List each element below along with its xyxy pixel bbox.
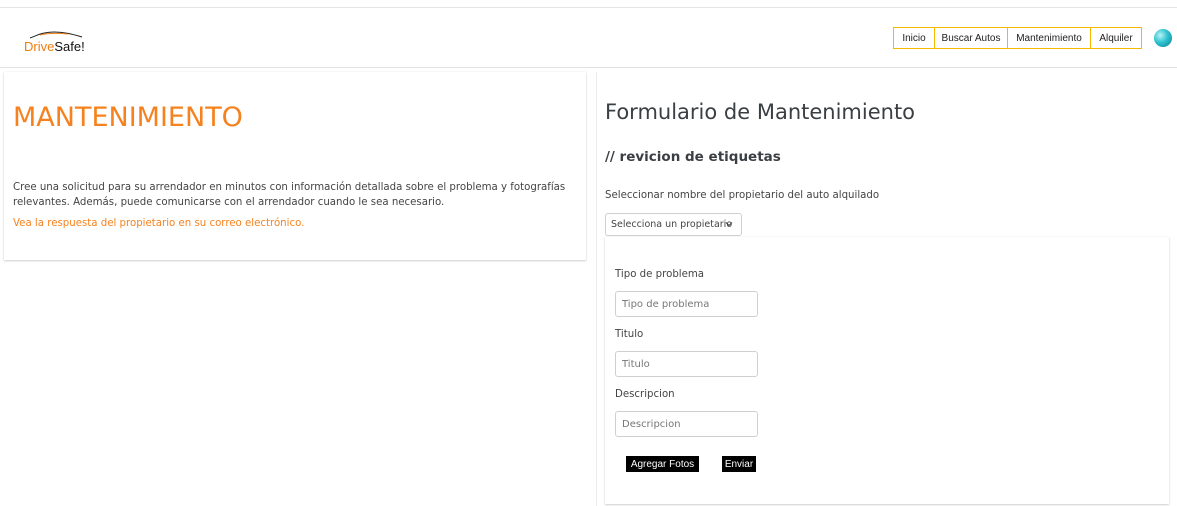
nav-alquiler-button[interactable]: Alquiler: [1090, 27, 1142, 49]
intro-note: Vea la respuesta del propietario en su c…: [13, 218, 305, 229]
problem-type-input[interactable]: [615, 291, 758, 317]
problem-type-label: Tipo de problema: [615, 269, 705, 280]
title-label: Titulo: [615, 329, 644, 340]
submit-button[interactable]: Enviar: [722, 456, 756, 472]
logo-text-drive: Drive: [24, 39, 55, 54]
maintenance-form-section: Formulario de Mantenimiento // revicion …: [596, 72, 1177, 506]
form-title: Formulario de Mantenimiento: [605, 100, 916, 124]
add-photos-button[interactable]: Agregar Fotos: [626, 456, 699, 472]
chevron-down-icon: [725, 222, 733, 227]
logo-text-safe: Safe!: [54, 39, 85, 54]
nav-buscar-autos-button[interactable]: Buscar Autos: [934, 27, 1008, 49]
title-input[interactable]: [615, 351, 758, 377]
intro-title: MANTENIMIENTO: [13, 102, 243, 133]
owner-select[interactable]: Selecciona un propietario: [605, 213, 742, 236]
intro-description: Cree una solicitud para su arrendador en…: [13, 182, 566, 208]
description-input[interactable]: [615, 411, 758, 437]
form-card: Tipo de problema Titulo Descripcion Agre…: [605, 237, 1169, 504]
form-subtitle: // revicion de etiquetas: [605, 149, 781, 165]
intro-card: MANTENIMIENTO Cree una solicitud para su…: [4, 72, 586, 260]
main-nav: Inicio Buscar Autos Mantenimiento Alquil…: [893, 27, 1142, 49]
nav-inicio-button[interactable]: Inicio: [893, 27, 935, 49]
description-label: Descripcion: [615, 389, 675, 400]
logo-text: DriveSafe!: [24, 39, 85, 54]
drivesafe-logo[interactable]: DriveSafe!: [22, 30, 92, 60]
user-avatar-icon[interactable]: [1154, 29, 1172, 47]
owner-select-label: Seleccionar nombre del propietario del a…: [605, 190, 880, 201]
top-navbar: DriveSafe! Inicio Buscar Autos Mantenimi…: [0, 8, 1177, 68]
owner-select-value: Selecciona un propietario: [611, 219, 733, 230]
nav-mantenimiento-button[interactable]: Mantenimiento: [1007, 27, 1091, 49]
